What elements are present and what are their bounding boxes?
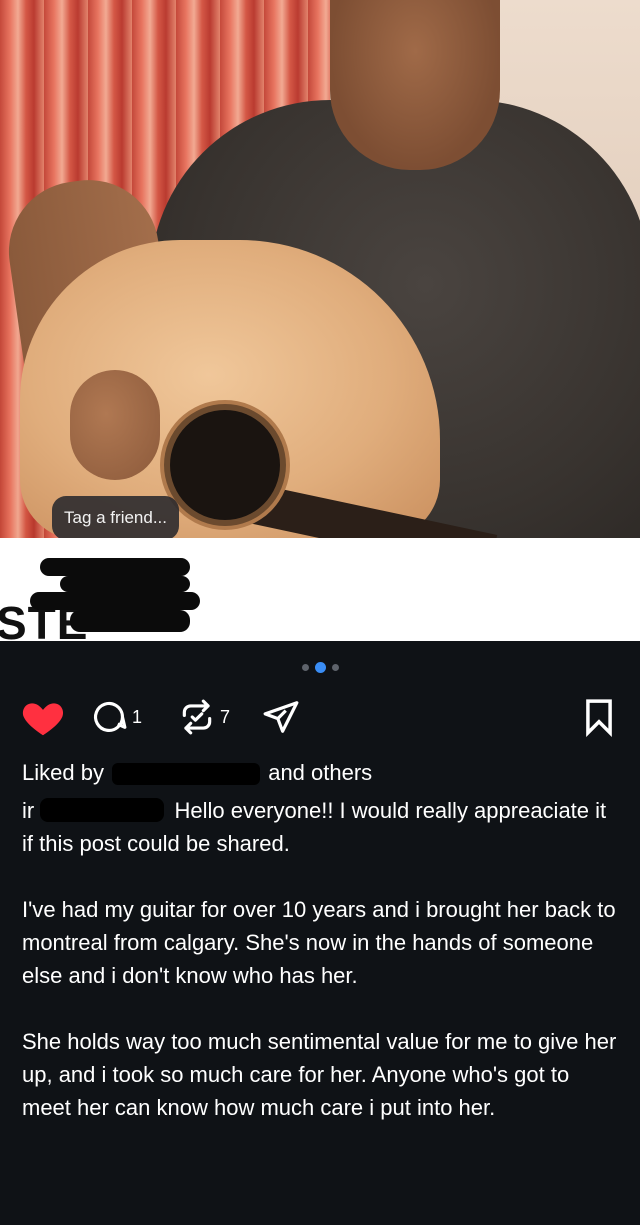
tag-friend-button[interactable]: Tag a friend... [52,496,180,538]
like-button[interactable] [20,694,66,740]
comment-icon [93,701,127,732]
redacted-username [40,798,165,822]
carousel-dot [301,663,309,671]
caption-paragraph-1: ir Hello everyone!! I would really appre… [22,794,622,860]
redaction-scribble [30,592,200,610]
redaction-scribble [60,576,190,592]
redacted-username [112,763,261,786]
caption-username-fragment[interactable]: ir [22,798,34,823]
likes-suffix: and others [268,760,373,785]
heart-icon [22,703,64,736]
post-banner: STE [0,538,640,641]
carousel-dot-active [314,661,326,673]
caption-paragraph-3: She holds way too much sentimental value… [22,1029,617,1120]
comment-button[interactable]: 1 [90,694,142,740]
person-hand [70,370,160,480]
post-photo[interactable]: Tag a friend... [0,0,640,538]
carousel-dot [331,663,339,671]
send-icon [263,701,299,733]
post-caption: ir Hello everyone!! I would really appre… [22,794,622,1124]
repost-icon [182,699,212,735]
likes-prefix: Liked by [22,760,104,785]
redaction-scribble [40,558,190,576]
caption-paragraph-2: I've had my guitar for over 10 years and… [22,897,616,988]
guitar-soundhole [170,410,280,520]
tag-friend-label: Tag a friend... [64,508,168,527]
carousel-indicator [0,660,640,674]
save-button[interactable] [580,694,618,740]
bookmark-icon [586,699,612,737]
action-bar: 1 7 [20,694,620,740]
likes-summary[interactable]: Liked by and others [22,760,372,786]
repost-count: 7 [220,706,231,727]
share-button[interactable] [262,694,300,740]
person-neck [330,0,500,170]
repost-button[interactable]: 7 [178,694,230,740]
comment-count: 1 [132,706,143,727]
redaction-scribble [70,610,190,632]
